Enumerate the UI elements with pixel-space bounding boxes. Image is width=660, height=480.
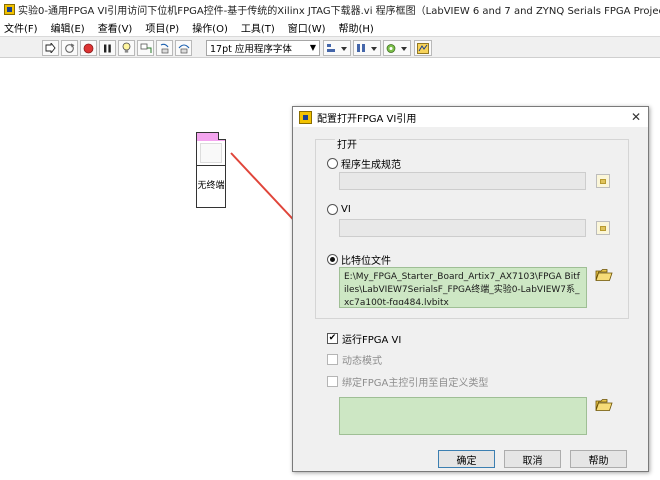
- typedef-path-field[interactable]: [339, 397, 587, 435]
- bind-fpga-typedef-checkbox-row[interactable]: 绑定FPGA主控引用至自定义类型: [327, 374, 488, 389]
- align-objects-icon[interactable]: [323, 40, 351, 56]
- run-fpga-vi-checkbox-row[interactable]: ✔ 运行FPGA VI: [327, 331, 401, 346]
- window-titlebar: 实验0-通用FPGA VI引用访问下位机FPGA控件-基于传统的Xilinx J…: [0, 0, 660, 18]
- menu-tools[interactable]: 工具(T): [241, 20, 275, 35]
- labview-dialog-icon: [299, 110, 312, 124]
- dynamic-mode-checkbox[interactable]: [327, 354, 338, 365]
- run-continuously-icon[interactable]: [61, 40, 78, 56]
- typedef-browse-button[interactable]: [594, 397, 614, 413]
- open-folder-icon: [595, 269, 613, 281]
- cancel-button[interactable]: 取消: [504, 450, 561, 468]
- menu-window[interactable]: 窗口(W): [288, 20, 326, 35]
- bitfile-path-field[interactable]: E:\My_FPGA_Starter_Board_Artix7_AX7103\F…: [339, 267, 587, 308]
- radio-bitfile[interactable]: 比特位文件: [327, 252, 391, 267]
- dialog-title: 配置打开FPGA VI引用: [317, 113, 417, 125]
- abort-icon[interactable]: [80, 40, 97, 56]
- bitfile-path-text: E:\My_FPGA_Starter_Board_Artix7_AX7103\F…: [344, 272, 580, 305]
- cleanup-diagram-icon[interactable]: [414, 40, 432, 56]
- build-spec-path-field[interactable]: [339, 172, 586, 190]
- help-button[interactable]: 帮助: [570, 450, 627, 468]
- menu-help[interactable]: 帮助(H): [339, 20, 374, 35]
- node-label: 无终端: [197, 181, 225, 191]
- step-into-icon[interactable]: [156, 40, 173, 56]
- bind-fpga-typedef-label: 绑定FPGA主控引用至自定义类型: [342, 378, 489, 389]
- retain-wire-values-icon[interactable]: [137, 40, 154, 56]
- pause-icon[interactable]: [99, 40, 116, 56]
- close-icon[interactable]: ✕: [624, 107, 648, 127]
- menu-operate[interactable]: 操作(O): [192, 20, 228, 35]
- dialog-titlebar: 配置打开FPGA VI引用 ✕: [293, 107, 648, 127]
- radio-vi[interactable]: VI: [327, 204, 351, 215]
- font-dropdown[interactable]: 17pt 应用程序字体 ▼: [206, 40, 320, 56]
- highlight-bulb-icon[interactable]: [118, 40, 135, 56]
- configure-open-fpga-vi-reference-dialog: 配置打开FPGA VI引用 ✕ 打开 程序生成规范 VI 比特位文件 E:\My…: [292, 106, 649, 472]
- radio-vi-label: VI: [341, 204, 351, 215]
- menu-view[interactable]: 查看(V): [98, 20, 133, 35]
- menu-project[interactable]: 项目(P): [145, 20, 179, 35]
- vi-path-field[interactable]: [339, 219, 586, 237]
- vi-browse-button[interactable]: [596, 221, 610, 235]
- bind-fpga-typedef-checkbox[interactable]: [327, 376, 338, 387]
- open-fpga-vi-reference-node[interactable]: [196, 132, 226, 166]
- build-spec-browse-button[interactable]: [596, 174, 610, 188]
- menu-bar: 文件(F) 编辑(E) 查看(V) 项目(P) 操作(O) 工具(T) 窗口(W…: [0, 18, 660, 36]
- run-arrow-icon[interactable]: [42, 40, 59, 56]
- radio-bitfile-label: 比特位文件: [341, 256, 391, 267]
- bitfile-browse-button[interactable]: [594, 267, 614, 283]
- open-folder-icon: [595, 399, 613, 411]
- toolbar: 17pt 应用程序字体 ▼: [0, 36, 660, 58]
- dynamic-mode-label: 动态模式: [342, 356, 382, 367]
- reorder-icon[interactable]: [383, 40, 411, 56]
- dynamic-mode-checkbox-row[interactable]: 动态模式: [327, 352, 382, 367]
- radio-build-specification[interactable]: 程序生成规范: [327, 156, 401, 171]
- chevron-down-icon: ▼: [309, 43, 316, 52]
- font-dropdown-value: 17pt 应用程序字体: [210, 44, 292, 55]
- ok-button[interactable]: 确定: [438, 450, 495, 468]
- menu-file[interactable]: 文件(F): [4, 20, 38, 35]
- radio-build-specification-label: 程序生成规范: [341, 160, 401, 171]
- step-over-icon[interactable]: [175, 40, 192, 56]
- radio-circle[interactable]: [327, 204, 338, 215]
- radio-circle[interactable]: [327, 158, 338, 169]
- folder-icon: [600, 178, 606, 184]
- window-title: 实验0-通用FPGA VI引用访问下位机FPGA控件-基于传统的Xilinx J…: [18, 5, 660, 17]
- node-terminal-label-box[interactable]: 无终端: [196, 166, 226, 208]
- run-fpga-vi-label: 运行FPGA VI: [342, 335, 402, 346]
- labview-app-icon: [4, 3, 15, 15]
- node-body: [200, 143, 222, 163]
- distribute-objects-icon[interactable]: [353, 40, 381, 56]
- node-fold-corner: [218, 132, 226, 140]
- menu-edit[interactable]: 编辑(E): [51, 20, 85, 35]
- run-fpga-vi-checkbox[interactable]: ✔: [327, 333, 338, 344]
- folder-icon: [600, 225, 606, 231]
- radio-circle-selected[interactable]: [327, 254, 338, 265]
- open-group-label: 打开: [335, 136, 359, 151]
